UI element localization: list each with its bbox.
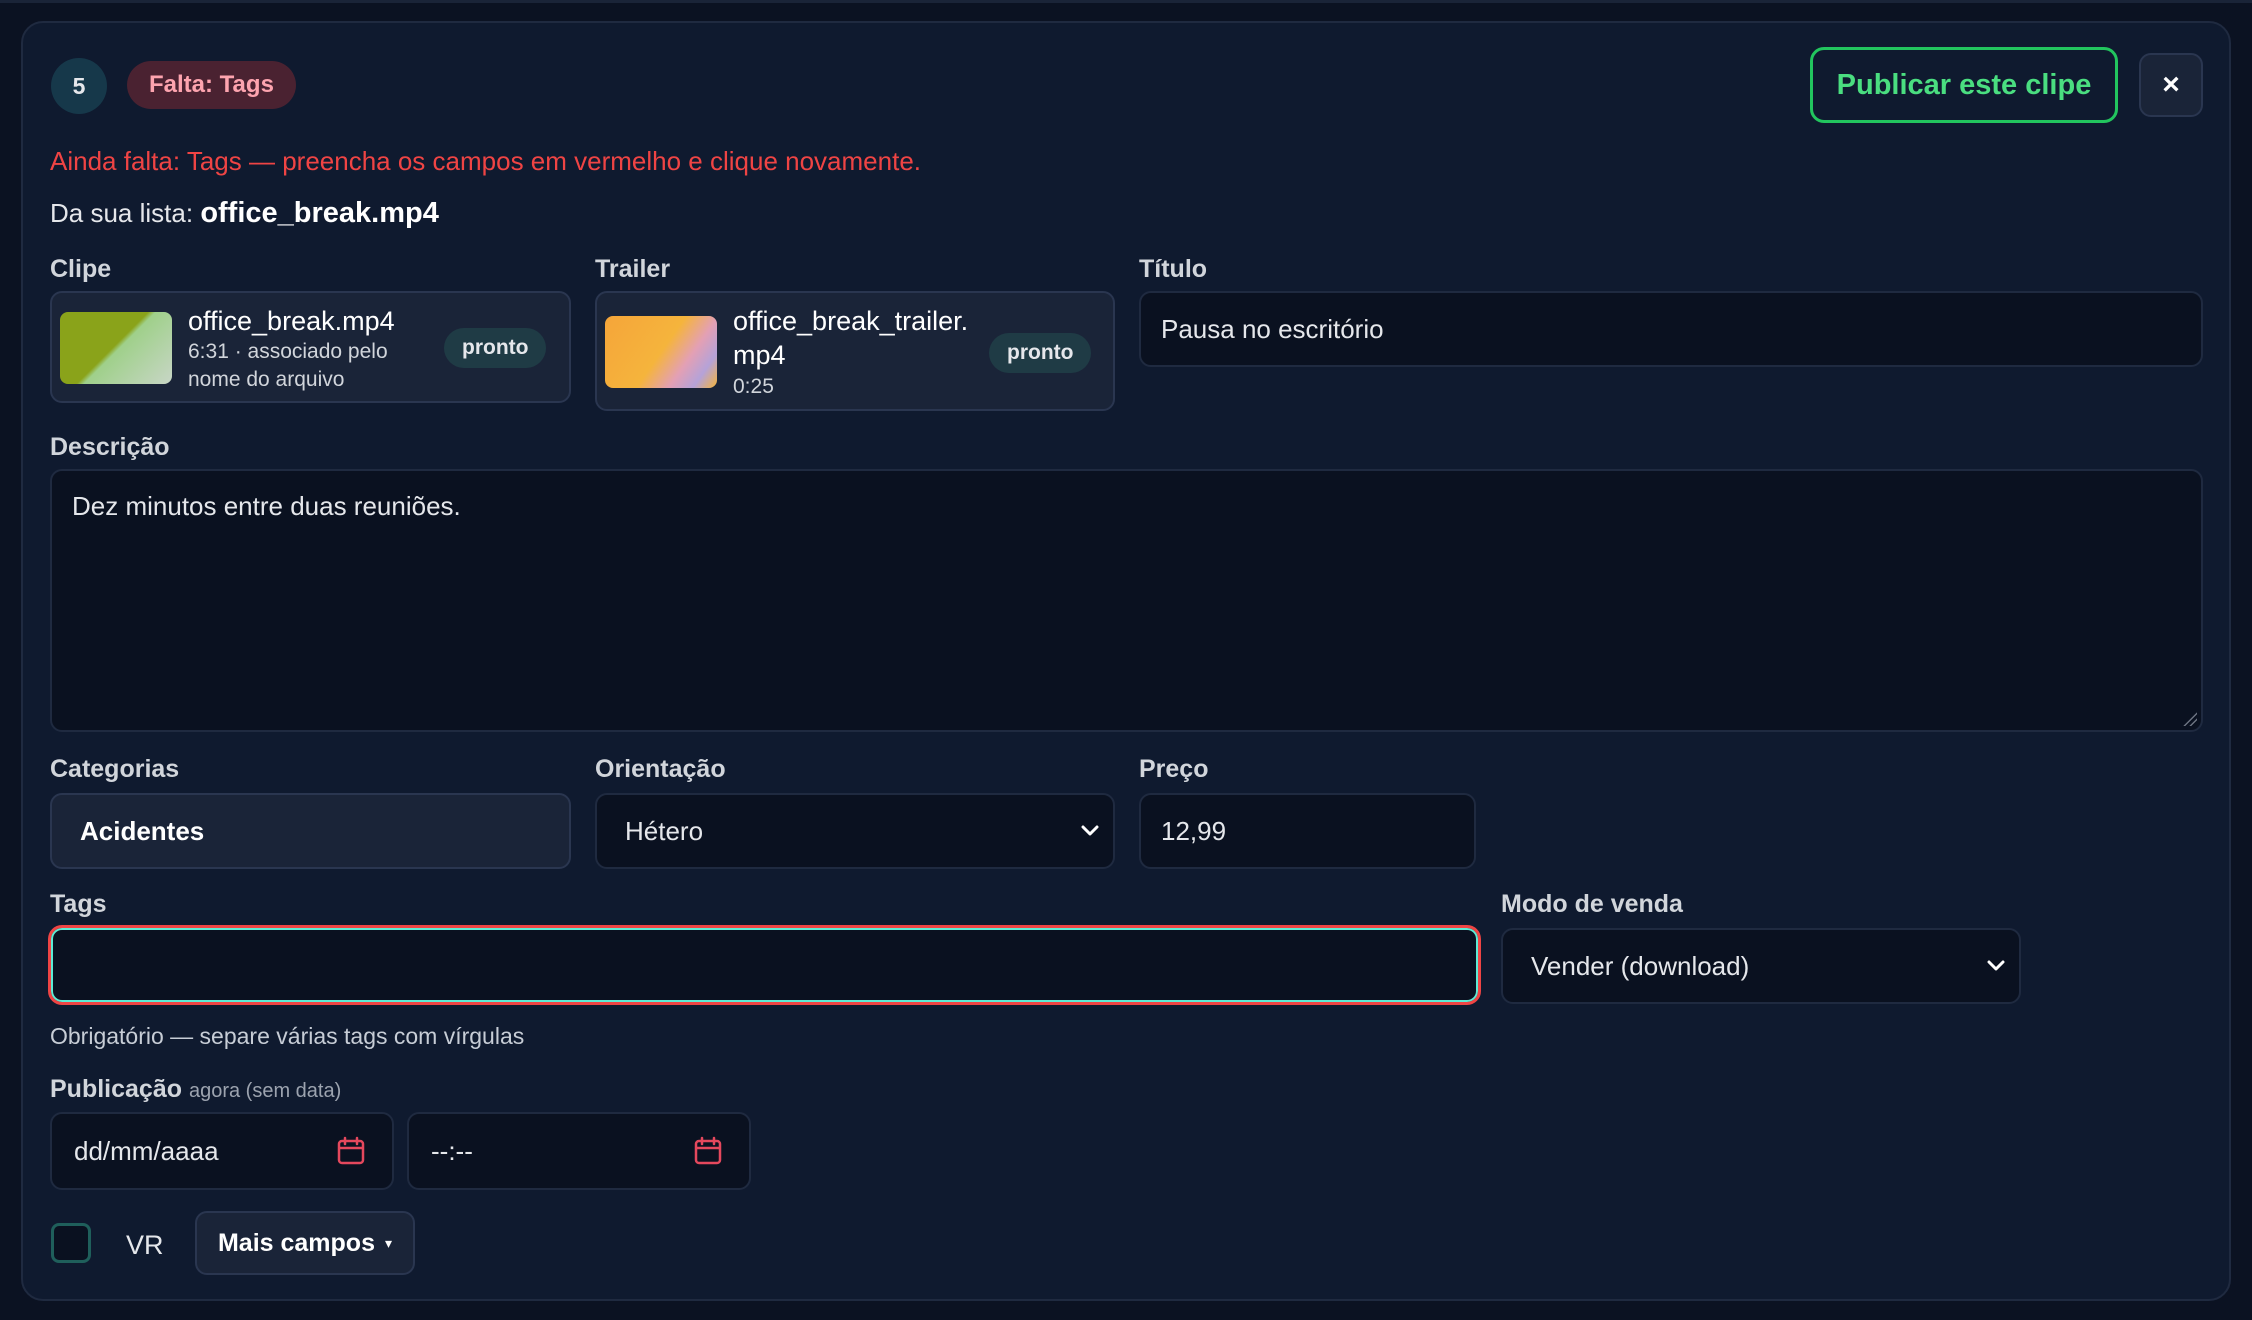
- trailer-filename-line2: mp4: [733, 340, 786, 370]
- caret-down-icon: ▾: [384, 1234, 393, 1251]
- categories-selector[interactable]: Acidentes: [50, 793, 571, 869]
- vr-checkbox[interactable]: [51, 1223, 91, 1263]
- categories-label: Categorias: [50, 755, 180, 783]
- tags-hint: Obrigatório — separe várias tags com vír…: [50, 1023, 525, 1049]
- clip-label: Clipe: [50, 255, 112, 283]
- resize-handle[interactable]: [2183, 712, 2197, 726]
- price-label: Preço: [1139, 755, 1209, 783]
- trailer-file-card[interactable]: office_break_trailer. mp4 0:25 pronto: [595, 291, 1115, 411]
- description-text: Dez minutos entre duas reuniões.: [72, 491, 461, 521]
- chevron-down-icon: [1987, 960, 2005, 971]
- date-placeholder: dd/mm/aaaa: [74, 1135, 219, 1166]
- source-prefix: Da sua lista:: [50, 198, 194, 228]
- price-input[interactable]: 12,99: [1139, 793, 1476, 869]
- error-message: Ainda falta: Tags — preencha os campos e…: [50, 146, 921, 176]
- publication-title: Publicação: [50, 1075, 182, 1103]
- clip-file-card[interactable]: office_break.mp4 6:31 · associado pelo n…: [50, 291, 571, 403]
- clip-meta-line1: 6:31 · associado pelo: [188, 340, 388, 363]
- publish-clip-button[interactable]: Publicar este clipe: [1810, 47, 2118, 123]
- description-label: Descrição: [50, 433, 170, 461]
- sale-mode-value: Vender (download): [1531, 950, 1750, 981]
- orientation-select[interactable]: Hétero: [595, 793, 1115, 869]
- tags-input[interactable]: [48, 925, 1481, 1005]
- clip-thumbnail: [60, 312, 172, 384]
- clip-status-badge: pronto: [444, 328, 547, 368]
- close-icon: ×: [2162, 68, 2180, 101]
- more-fields-button[interactable]: Mais campos ▾: [195, 1211, 415, 1275]
- trailer-thumbnail: [605, 316, 717, 388]
- chevron-down-icon: [1081, 825, 1099, 836]
- vr-label: VR: [126, 1230, 164, 1260]
- trailer-label: Trailer: [595, 255, 671, 283]
- orientation-label: Orientação: [595, 755, 726, 783]
- source-line: Da sua lista: office_break.mp4: [50, 197, 439, 230]
- clip-meta-line2: nome do arquivo: [188, 368, 345, 391]
- title-label: Título: [1139, 255, 1208, 283]
- source-filename: office_break.mp4: [200, 197, 439, 229]
- more-fields-label: Mais campos: [217, 1228, 375, 1257]
- title-input[interactable]: Pausa no escritório: [1139, 291, 2203, 367]
- calendar-icon[interactable]: [336, 1136, 366, 1166]
- trailer-filename-line1: office_break_trailer.: [733, 306, 969, 336]
- sale-mode-label: Modo de venda: [1501, 890, 1683, 918]
- trailer-duration: 0:25: [733, 375, 774, 398]
- calendar-icon[interactable]: [693, 1136, 723, 1166]
- missing-fields-badge: Falta: Tags: [127, 61, 296, 109]
- sale-mode-select[interactable]: Vender (download): [1501, 928, 2021, 1004]
- publication-label: Publicação agora (sem data): [50, 1075, 341, 1104]
- item-number-badge: 5: [51, 58, 107, 114]
- orientation-value: Hétero: [625, 815, 704, 846]
- close-button[interactable]: ×: [2139, 53, 2203, 117]
- tags-label: Tags: [50, 890, 107, 918]
- trailer-status-badge: pronto: [989, 333, 1092, 373]
- clip-filename: office_break.mp4: [188, 306, 395, 336]
- publication-time-input[interactable]: --:--: [407, 1112, 751, 1190]
- publication-sublabel: agora (sem data): [188, 1080, 342, 1102]
- publication-date-input[interactable]: dd/mm/aaaa: [50, 1112, 394, 1190]
- time-placeholder: --:--: [431, 1135, 473, 1166]
- top-divider: [0, 0, 2252, 3]
- description-textarea[interactable]: Dez minutos entre duas reuniões.: [50, 469, 2203, 732]
